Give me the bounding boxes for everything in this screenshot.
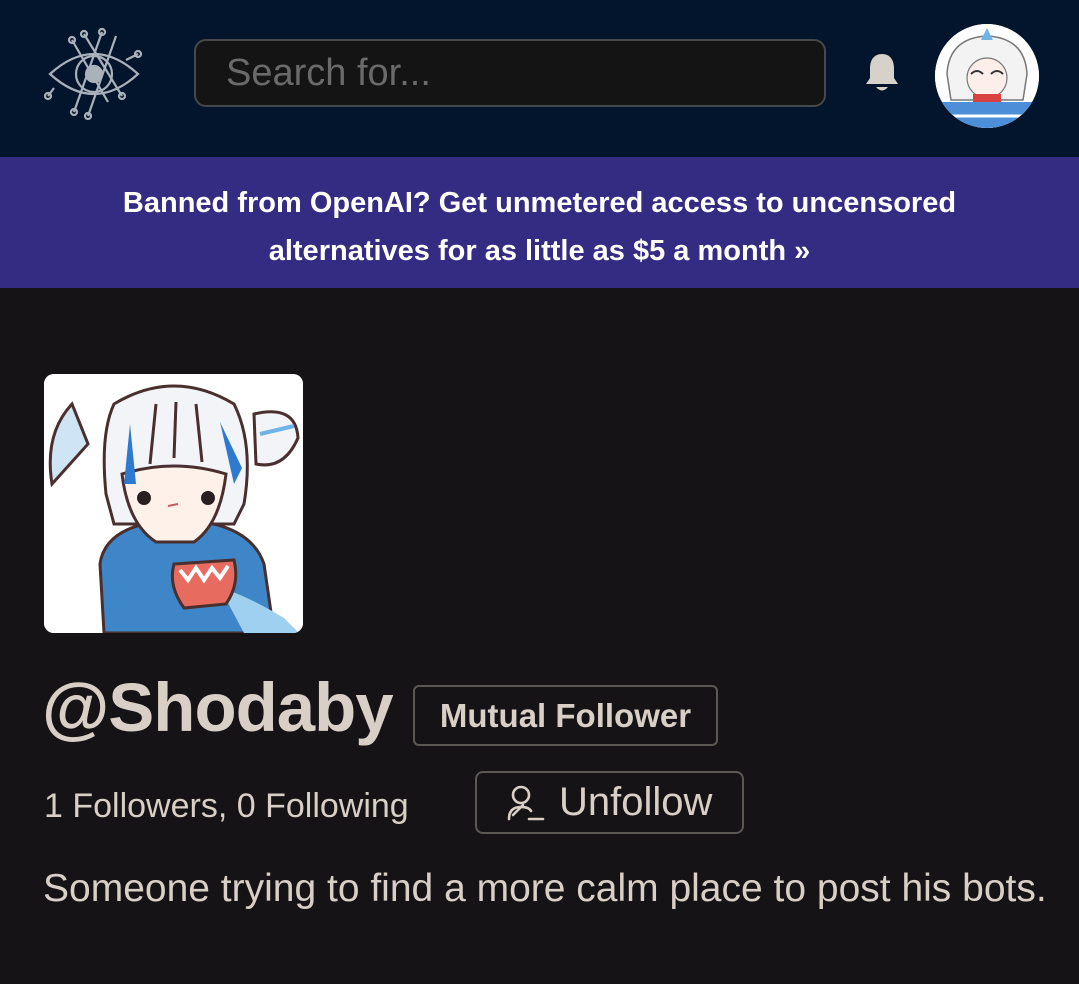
- unfollow-button[interactable]: Unfollow: [475, 771, 744, 834]
- mutual-follower-badge: Mutual Follower: [413, 685, 718, 746]
- profile-picture: [44, 374, 303, 633]
- banner-line-2: alternatives for as little as $5 a month…: [268, 235, 811, 267]
- promo-banner-link[interactable]: Banned from OpenAI? Get unmetered access…: [0, 157, 1079, 288]
- anime-shark-girl-avatar-icon: [44, 374, 303, 633]
- follow-stats[interactable]: 1 Followers, 0 Following: [44, 784, 409, 828]
- bell-icon[interactable]: [862, 50, 902, 94]
- user-minus-icon: [507, 785, 545, 820]
- banner-line-1: Banned from OpenAI? Get unmetered access…: [122, 187, 957, 219]
- eye-circuit-logo-icon[interactable]: [44, 26, 144, 122]
- top-navigation-bar: [0, 0, 1079, 157]
- profile-username: @Shodaby: [42, 669, 394, 746]
- unfollow-label: Unfollow: [559, 780, 713, 824]
- anime-character-avatar-icon: [935, 24, 1039, 128]
- user-avatar[interactable]: [935, 24, 1039, 128]
- search-input[interactable]: [194, 39, 826, 107]
- profile-bio: Someone trying to find a more calm place…: [43, 867, 1047, 910]
